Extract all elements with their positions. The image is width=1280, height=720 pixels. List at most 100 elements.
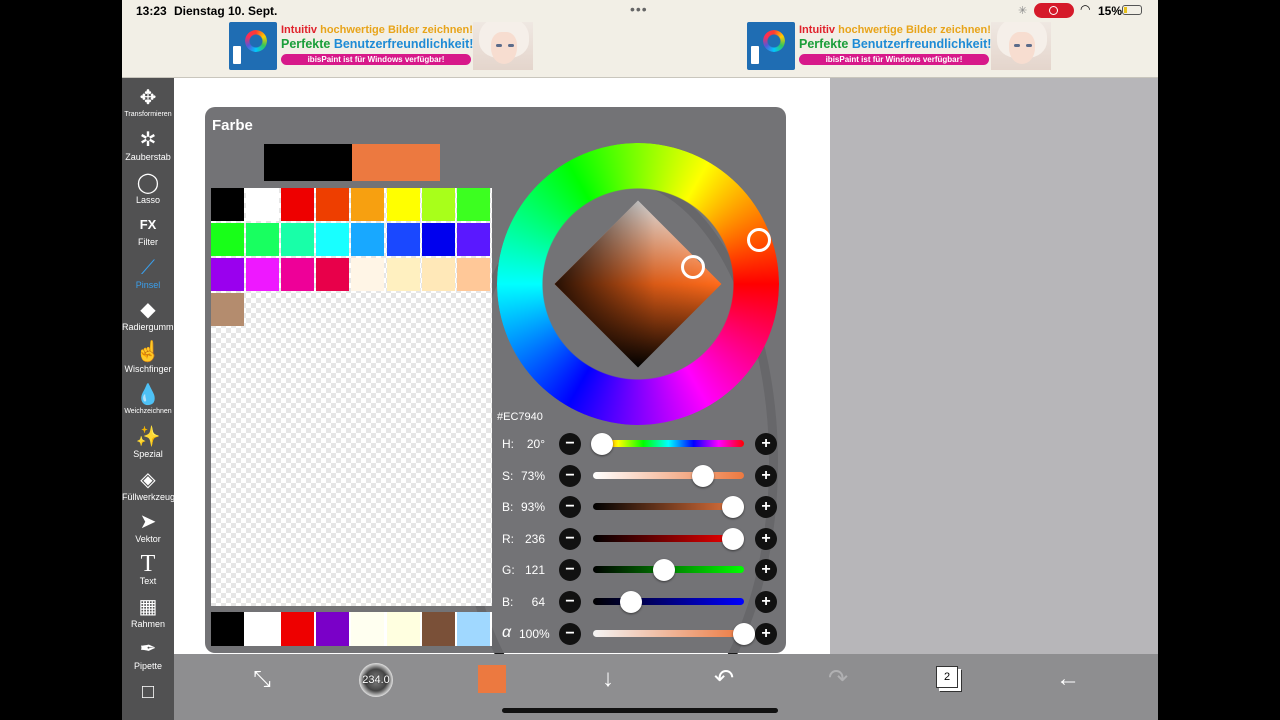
- recent-color-swatch[interactable]: [456, 612, 490, 646]
- tool-frame[interactable]: ▦ Rahmen: [122, 595, 174, 637]
- slider-value[interactable]: 93%: [519, 500, 545, 514]
- color-swatch[interactable]: [211, 223, 244, 256]
- down-arrow-icon[interactable]: ↓: [590, 664, 626, 694]
- tool-eyedropper[interactable]: ✒ Pipette: [122, 637, 174, 679]
- color-swatch[interactable]: [246, 258, 280, 291]
- color-swatch[interactable]: [281, 258, 315, 291]
- tool-fill[interactable]: ◈ Füllwerkzeug: [122, 468, 175, 510]
- undo-icon[interactable]: ↶: [706, 664, 742, 694]
- slider-value[interactable]: 20°: [519, 437, 545, 451]
- recent-color-swatch[interactable]: [281, 612, 315, 646]
- slider-track[interactable]: [593, 471, 744, 479]
- color-swatch[interactable]: [281, 188, 315, 221]
- tool-filter[interactable]: FX Filter: [122, 213, 174, 255]
- recent-color-swatch[interactable]: [211, 612, 244, 646]
- color-swatch[interactable]: [211, 188, 244, 221]
- slider-knob[interactable]: [733, 622, 755, 645]
- tool-special[interactable]: ✨ Spezial: [122, 425, 174, 467]
- slider-track[interactable]: [593, 503, 744, 511]
- tool-vector[interactable]: ➤ Vektor: [122, 510, 174, 552]
- color-swatch[interactable]: [386, 223, 420, 256]
- color-swatch[interactable]: [211, 293, 244, 326]
- slider-knob[interactable]: [722, 496, 745, 519]
- tool-magic-wand[interactable]: ✲ Zauberstab: [122, 128, 174, 170]
- minus-button[interactable]: −: [559, 591, 581, 613]
- slider-value[interactable]: 64: [519, 595, 545, 609]
- color-swatch[interactable]: [456, 258, 490, 291]
- plus-button[interactable]: +: [755, 464, 777, 487]
- slider-knob[interactable]: [692, 464, 715, 487]
- tool-text[interactable]: T Text: [122, 552, 174, 594]
- slider-track[interactable]: [593, 629, 744, 637]
- slider-knob[interactable]: [721, 527, 744, 550]
- layers-button[interactable]: 2: [936, 666, 958, 688]
- minus-button[interactable]: −: [559, 433, 581, 455]
- slider-knob[interactable]: [591, 433, 614, 455]
- plus-button[interactable]: +: [755, 559, 777, 582]
- ad-subtext: ibisPaint ist für Windows verfügbar!: [281, 54, 471, 65]
- color-swatch[interactable]: [246, 188, 280, 221]
- slider-value[interactable]: 73%: [519, 469, 545, 483]
- plus-button[interactable]: +: [755, 622, 777, 645]
- secondary-color-swatch[interactable]: [264, 144, 352, 181]
- color-swatch[interactable]: [351, 258, 385, 291]
- tool-brush[interactable]: ⟋ Pinsel: [122, 256, 174, 298]
- slider-knob[interactable]: [619, 591, 642, 613]
- color-swatch[interactable]: [316, 223, 350, 256]
- color-swatch[interactable]: [456, 223, 490, 256]
- tool-canvas-tool[interactable]: □: [122, 680, 174, 720]
- recent-color-swatch[interactable]: [351, 612, 385, 646]
- tool-smudge[interactable]: ☝ Wischfinger: [122, 340, 174, 382]
- redo-icon[interactable]: ↷: [820, 664, 856, 694]
- battery-percent: 15%: [1098, 4, 1123, 18]
- color-swatch[interactable]: [421, 223, 455, 256]
- plus-button[interactable]: +: [755, 527, 777, 550]
- color-swatch[interactable]: [456, 188, 490, 221]
- slider-knob[interactable]: [652, 559, 675, 582]
- color-swatch[interactable]: [246, 223, 280, 256]
- minus-button[interactable]: −: [559, 559, 581, 582]
- plus-button[interactable]: +: [755, 591, 777, 613]
- ad-banner[interactable]: Intuitiv hochwertige Bilder zeichnen! Pe…: [747, 22, 1051, 70]
- color-swatch[interactable]: [316, 258, 350, 291]
- minus-button[interactable]: −: [559, 496, 581, 519]
- color-swatch[interactable]: [421, 188, 455, 221]
- multitasking-dots-icon[interactable]: •••: [630, 1, 648, 17]
- minus-button[interactable]: −: [559, 527, 581, 550]
- recent-color-swatch[interactable]: [386, 612, 420, 646]
- recent-color-swatch[interactable]: [421, 612, 455, 646]
- color-swatch[interactable]: [316, 188, 350, 221]
- color-swatch[interactable]: [386, 188, 420, 221]
- color-swatch[interactable]: [421, 258, 455, 291]
- color-swatch[interactable]: [351, 188, 385, 221]
- slider-track[interactable]: [593, 440, 744, 447]
- primary-color-swatch[interactable]: [352, 144, 440, 181]
- transform-rotate-icon[interactable]: ⤡: [244, 664, 280, 694]
- current-color-button[interactable]: [478, 665, 506, 693]
- recent-color-swatch[interactable]: [246, 612, 280, 646]
- hue-marker[interactable]: [747, 228, 771, 252]
- minus-button[interactable]: −: [559, 622, 581, 645]
- color-swatch[interactable]: [211, 258, 244, 291]
- back-arrow-icon[interactable]: ←: [1050, 664, 1086, 694]
- recent-color-swatch[interactable]: [316, 612, 350, 646]
- minus-button[interactable]: −: [559, 464, 581, 487]
- slider-value[interactable]: 236: [519, 532, 545, 546]
- screen-recording-icon[interactable]: [1034, 3, 1074, 18]
- tool-transform[interactable]: ✥ Transformieren: [122, 86, 174, 128]
- color-swatch[interactable]: [386, 258, 420, 291]
- color-swatch[interactable]: [351, 223, 385, 256]
- ad-banner[interactable]: Intuitiv hochwertige Bilder zeichnen! Pe…: [229, 22, 533, 70]
- tool-eraser[interactable]: ◆ Radiergummi: [122, 298, 176, 340]
- brush-size-indicator[interactable]: 234.0: [359, 663, 393, 697]
- color-swatch[interactable]: [281, 223, 315, 256]
- tool-lasso[interactable]: ◯ Lasso: [122, 171, 174, 213]
- slider-track[interactable]: [593, 598, 744, 605]
- sv-marker[interactable]: [681, 255, 705, 279]
- plus-button[interactable]: +: [755, 433, 777, 455]
- hex-color-value[interactable]: #EC7940: [497, 411, 543, 423]
- tool-blur[interactable]: 💧 Weichzeichnen: [122, 383, 174, 425]
- slider-value[interactable]: 100%: [519, 627, 550, 641]
- slider-value[interactable]: 121: [519, 563, 545, 577]
- plus-button[interactable]: +: [755, 496, 777, 519]
